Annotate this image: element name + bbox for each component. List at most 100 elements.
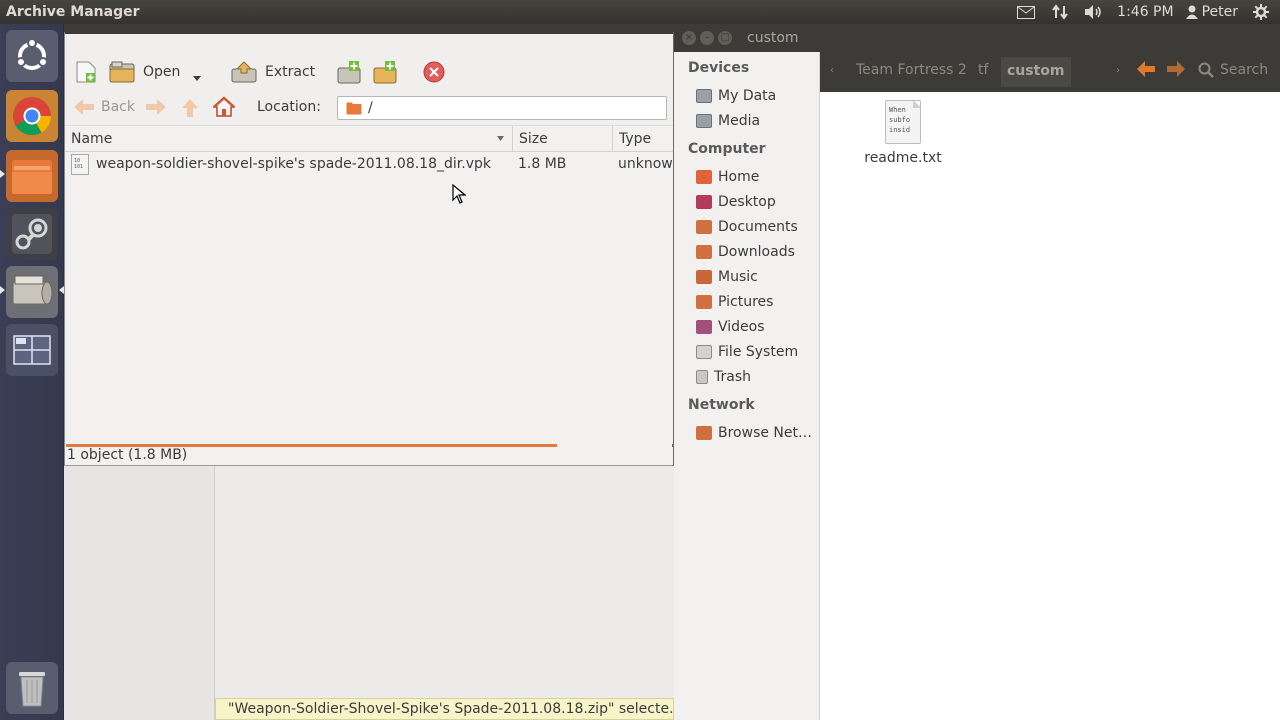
file-name: weapon-soldier-shovel-spike's spade-2011…: [96, 156, 491, 172]
sidebar-item-desktop[interactable]: Desktop: [696, 192, 776, 212]
file-size: 1.8 MB: [518, 156, 567, 172]
trash-icon[interactable]: [6, 662, 58, 714]
search-label: Search: [1220, 62, 1269, 78]
file-manager-window: × – □ custom Devices My Data Media Compu…: [674, 24, 1280, 720]
file-name: readme.txt: [864, 150, 942, 166]
table-row[interactable]: 10 101 weapon-soldier-shovel-spike's spad…: [65, 152, 673, 176]
open-archive-button[interactable]: Open: [109, 58, 180, 86]
trash-icon: [696, 370, 708, 384]
sidebar-item-home[interactable]: Home: [696, 167, 759, 187]
files-icon[interactable]: [6, 150, 58, 202]
launcher: [0, 24, 64, 720]
sidebar-item-videos[interactable]: Videos: [696, 317, 765, 337]
forward-arrow-icon: [146, 99, 166, 115]
computer-header: Computer: [688, 141, 766, 157]
forward-arrow-icon[interactable]: [1166, 60, 1186, 82]
places-sidebar: Devices My Data Media Computer Home Desk…: [674, 52, 820, 720]
new-archive-icon: [76, 61, 96, 83]
chrome-icon[interactable]: [6, 90, 58, 142]
user-menu[interactable]: Peter: [1185, 4, 1238, 20]
text-file-icon: When subfo insid: [885, 100, 921, 144]
home-folder-icon: [696, 170, 712, 184]
sidebar-item-pictures[interactable]: Pictures: [696, 292, 773, 312]
network-header: Network: [688, 397, 755, 413]
add-folder-button[interactable]: [373, 58, 399, 86]
home-button[interactable]: [213, 96, 235, 118]
workspace-switcher-icon[interactable]: [6, 324, 58, 376]
network-arrows-icon[interactable]: [1049, 4, 1071, 20]
column-name[interactable]: Name: [65, 126, 513, 152]
back-button[interactable]: Back: [73, 98, 135, 116]
desktop-icon: [696, 195, 712, 209]
sidebar-item-downloads[interactable]: Downloads: [696, 242, 795, 262]
archive-manager-icon[interactable]: [6, 266, 58, 318]
files-running-indicator: [0, 170, 5, 178]
location-label: Location:: [257, 99, 321, 115]
back-arrow-icon: [74, 99, 94, 115]
mail-icon[interactable]: [1015, 4, 1037, 20]
breadcrumb-tf[interactable]: tf: [978, 62, 988, 78]
breadcrumb-scroll-right[interactable]: ›: [1116, 65, 1120, 76]
status-bar: 1 object (1.8 MB): [65, 447, 673, 465]
network-icon: [696, 426, 712, 440]
background-window-pane: [64, 464, 215, 720]
drive-icon: [696, 114, 712, 128]
sidebar-item-documents[interactable]: Documents: [696, 217, 798, 237]
user-icon: [1185, 5, 1198, 19]
file-item-readme[interactable]: When subfo insid readme.txt: [858, 100, 948, 166]
add-folder-icon: [373, 61, 397, 84]
minimize-window-button[interactable]: –: [700, 31, 714, 45]
indicator-area: 1:46 PM Peter: [1015, 0, 1280, 24]
search-button[interactable]: Search: [1198, 62, 1268, 78]
maximize-window-button[interactable]: □: [718, 31, 732, 45]
up-arrow-icon: [182, 99, 198, 117]
mouse-cursor-icon: [452, 184, 466, 204]
back-arrow-icon[interactable]: [1136, 60, 1156, 82]
file-manager-toolbar: ‹ Team Fortress 2 tf custom › Search: [820, 52, 1280, 92]
sidebar-item-trash[interactable]: Trash: [696, 367, 751, 387]
sidebar-item-browse-network[interactable]: Browse Net…: [696, 423, 812, 443]
extract-label: Extract: [265, 64, 316, 80]
add-files-button[interactable]: [337, 58, 363, 86]
file-view: When subfo insid readme.txt: [820, 92, 1280, 720]
gear-icon[interactable]: [1250, 4, 1272, 20]
sidebar-item-file-system[interactable]: File System: [696, 342, 798, 362]
new-archive-button[interactable]: [75, 58, 97, 86]
background-window: "Weapon-Soldier-Shovel-Spike's Spade-201…: [64, 464, 674, 720]
home-icon: [213, 96, 235, 117]
breadcrumb-scroll-left[interactable]: ‹: [830, 65, 834, 76]
location-value: /: [368, 100, 373, 116]
location-input[interactable]: /: [337, 96, 667, 120]
documents-folder-icon: [696, 220, 712, 234]
steam-icon[interactable]: [6, 208, 58, 260]
clock[interactable]: 1:46 PM: [1117, 4, 1173, 20]
archive-file-list: 10 101 weapon-soldier-shovel-spike's spad…: [65, 152, 673, 444]
close-window-button[interactable]: ×: [682, 31, 696, 45]
sidebar-item-my-data[interactable]: My Data: [696, 86, 776, 106]
extract-icon: [231, 61, 257, 83]
location-bar: Back Location: /: [65, 90, 673, 126]
breadcrumb-custom[interactable]: custom: [1001, 57, 1071, 87]
file-manager-titlebar[interactable]: × – □ custom: [674, 24, 1280, 52]
ubuntu-dash-icon[interactable]: [6, 30, 58, 82]
archive-manager-window: Open Extract Back Location: / Name Size …: [64, 32, 674, 466]
sidebar-item-music[interactable]: Music: [696, 267, 758, 287]
up-button[interactable]: [181, 98, 199, 118]
folder-open-icon: [109, 61, 135, 83]
add-files-icon: [337, 61, 361, 84]
sort-down-icon: [497, 136, 504, 141]
pictures-folder-icon: [696, 295, 712, 309]
column-type[interactable]: Type: [613, 126, 673, 152]
videos-folder-icon: [696, 320, 712, 334]
breadcrumb-team-fortress-2[interactable]: Team Fortress 2: [856, 62, 967, 78]
sidebar-item-media[interactable]: Media: [696, 111, 760, 131]
column-size[interactable]: Size: [513, 126, 613, 152]
open-dropdown-button[interactable]: [193, 65, 201, 93]
stop-button[interactable]: [423, 58, 445, 86]
extract-button[interactable]: Extract: [231, 58, 315, 86]
volume-icon[interactable]: [1083, 4, 1105, 20]
forward-button[interactable]: [145, 98, 167, 116]
column-header: Name Size Type: [65, 126, 673, 152]
selection-status-tooltip: "Weapon-Soldier-Shovel-Spike's Spade-201…: [215, 698, 674, 720]
search-icon: [1198, 62, 1214, 78]
